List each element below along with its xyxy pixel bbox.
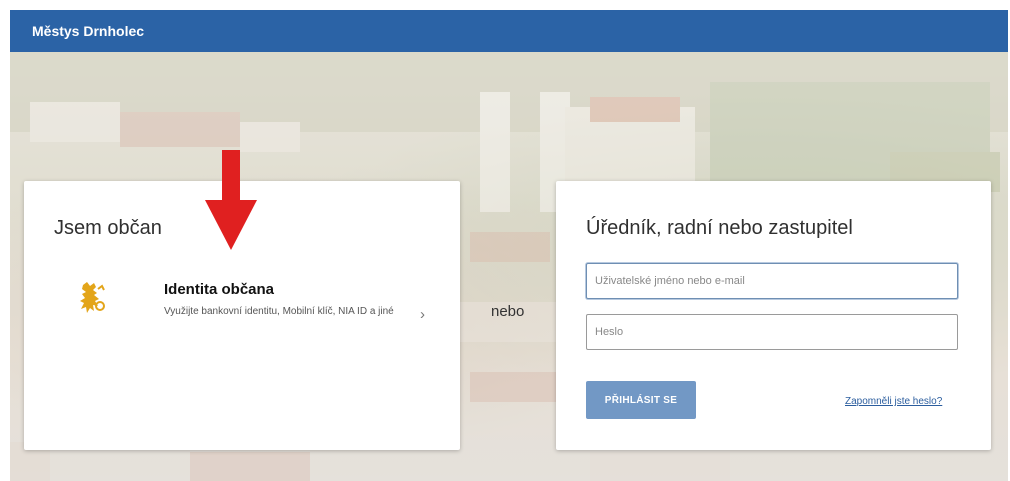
official-heading: Úředník, radní nebo zastupitel [586,217,853,239]
identity-title: Identita občana [164,281,275,298]
chevron-right-icon: › [420,306,425,323]
forgot-password-link[interactable]: Zapomněli jste heslo? [845,396,942,407]
citizen-heading: Jsem občan [54,217,162,239]
identity-text: Identita občana Využijte bankovní identi… [164,281,399,319]
username-input[interactable] [586,263,958,299]
identity-login-option[interactable]: Identita občana Využijte bankovní identi… [44,267,440,337]
top-bar: Městys Drnholec [10,10,1008,52]
annotation-arrow-down-icon [205,150,257,250]
official-login-card: Úředník, radní nebo zastupitel PŘIHLÁSIT… [556,181,991,450]
site-title: Městys Drnholec [32,23,145,39]
czech-lion-emblem-icon [80,282,105,313]
login-button[interactable]: PŘIHLÁSIT SE [586,381,696,419]
password-input[interactable] [586,314,958,350]
identity-description: Využijte bankovní identitu, Mobilní klíč… [164,306,394,317]
or-separator: nebo [491,303,525,320]
